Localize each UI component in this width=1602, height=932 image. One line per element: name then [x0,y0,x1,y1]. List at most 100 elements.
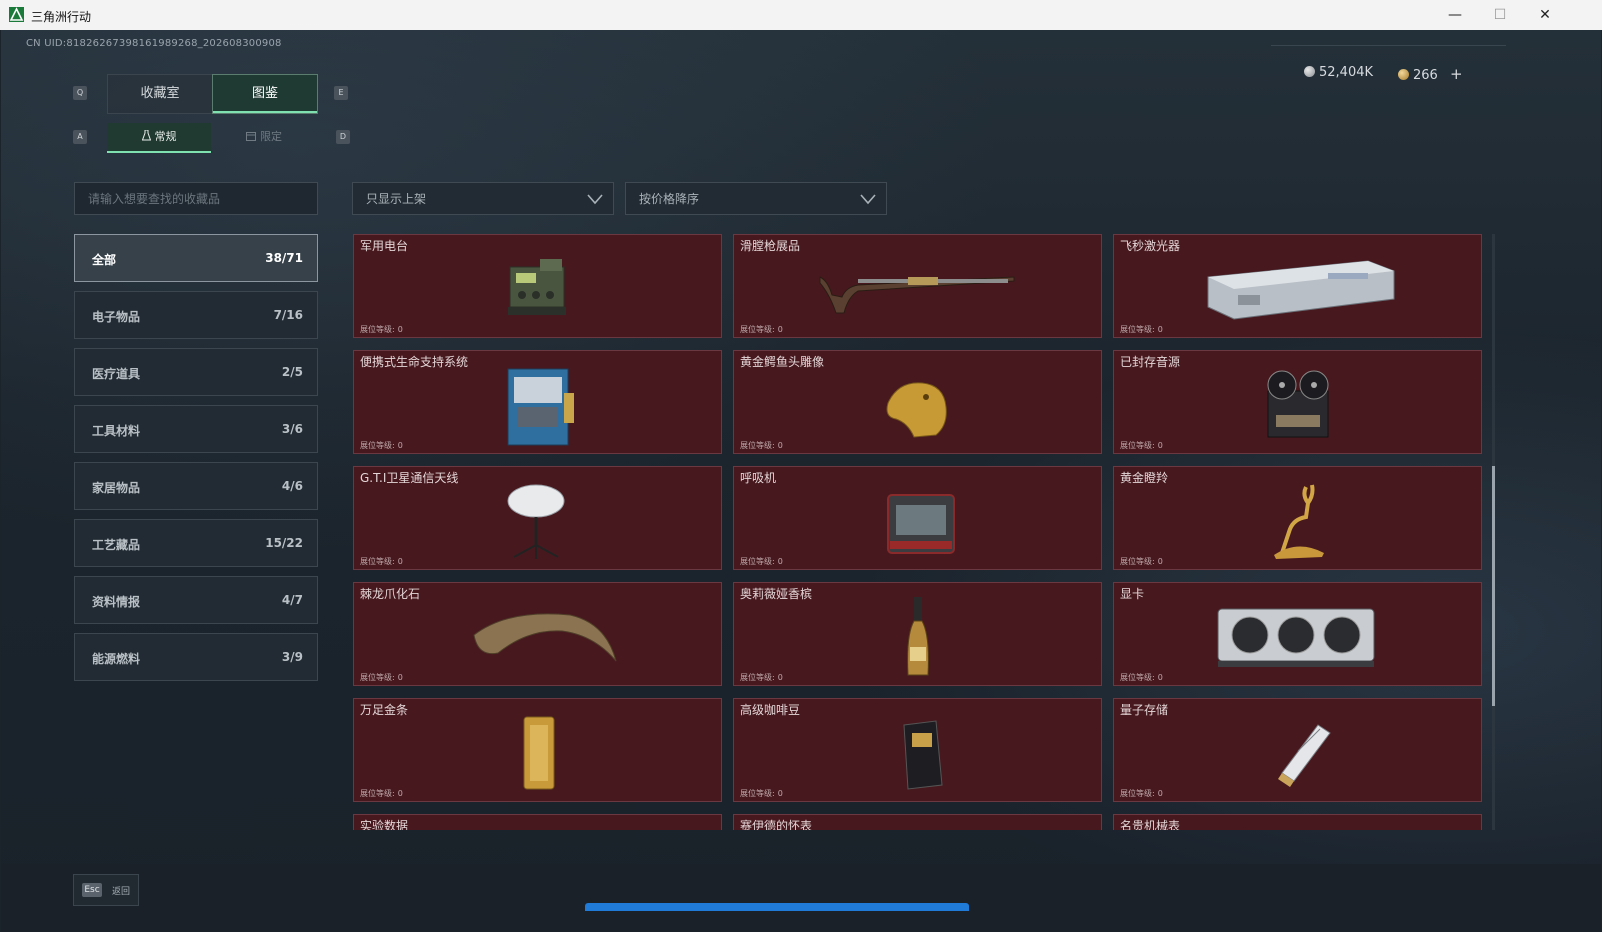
chevron-down-icon [860,194,876,205]
key-a-hint: A [73,130,87,144]
subtab-limited[interactable]: 限定 [212,123,316,151]
item-card-ventilator[interactable]: 呼吸机 展位等级: 0 [733,466,1102,570]
close-button[interactable]: ✕ [1522,0,1568,30]
booth-level: 展位等级: 0 [1117,672,1163,683]
item-card-pocket-watch[interactable]: 赛伊德的怀表 [733,814,1102,830]
item-card-golden-gazelle[interactable]: 黄金瞪羚 展位等级: 0 [1113,466,1482,570]
category-label: 全部 [92,253,117,267]
item-card-quantum-storage[interactable]: 量子存储 展位等级: 0 [1113,698,1482,802]
item-card-coffee-beans[interactable]: 高级咖啡豆 展位等级: 0 [733,698,1102,802]
life-support-icon [507,368,574,446]
booth-level: 展位等级: 0 [1117,556,1163,567]
silver-coin-icon [1304,66,1315,77]
item-name: 飞秒激光器 [1120,239,1181,253]
military-radio-icon [507,259,566,315]
gold-coin-icon [1398,69,1409,80]
item-card-champagne[interactable]: 奥莉薇娅香槟 展位等级: 0 [733,582,1102,686]
booth-level-value: 0 [777,789,783,798]
item-card-graphics-card[interactable]: 显卡 展位等级: 0 [1113,582,1482,686]
category-electronics[interactable]: 电子物品 7/16 [74,291,318,339]
key-d-hint: D [336,130,350,144]
item-name: 黄金瞪羚 [1120,471,1169,485]
item-card-luxury-watch[interactable]: 名贵机械表 [1113,814,1482,830]
window-title: 三角洲行动 [31,10,92,24]
add-currency-button[interactable]: + [1450,65,1463,83]
tab-collection-room[interactable]: 收藏室 [107,74,213,114]
item-name: 量子存储 [1120,703,1169,717]
booth-level-value: 0 [397,441,403,450]
category-energy[interactable]: 能源燃料 3/9 [74,633,318,681]
sort-dropdown[interactable]: 按价格降序 [625,182,887,215]
category-intel[interactable]: 资料情报 4/7 [74,576,318,624]
category-count: 3/9 [281,650,303,664]
item-card-raptor-claw[interactable]: 棘龙爪化石 展位等级: 0 [353,582,722,686]
item-name: 奥莉薇娅香槟 [740,587,813,601]
booth-level: 展位等级: 0 [357,324,403,335]
scrollbar-thumb[interactable] [1492,466,1495,706]
booth-level-value: 0 [1157,789,1163,798]
shelf-filter-dropdown[interactable]: 只显示上架 [352,182,614,215]
booth-level-value: 0 [777,673,783,682]
booth-level-value: 0 [1157,557,1163,566]
booth-level-value: 0 [777,325,783,334]
item-card-life-support[interactable]: 便携式生命支持系统 展位等级: 0 [353,350,722,454]
item-card-sealed-tape[interactable]: 已封存音源 展位等级: 0 [1113,350,1482,454]
item-card-gold-bar[interactable]: 万足金条 展位等级: 0 [353,698,722,802]
item-name: 实验数据 [360,819,409,830]
chevron-down-icon [587,194,603,205]
item-name: 已封存音源 [1120,355,1181,369]
category-count: 15/22 [265,536,303,550]
pocket-watch-icon [818,827,1018,830]
item-card-experiment-data[interactable]: 实验数据 [353,814,722,830]
key-q-hint: Q [73,86,87,100]
minimize-button[interactable]: — [1432,0,1478,30]
category-label: 工具材料 [92,424,141,438]
tab-catalog[interactable]: 图鉴 [212,74,318,114]
item-name: 棘龙爪化石 [360,587,421,601]
item-card-musket[interactable]: 滑膛枪展品 展位等级: 0 [733,234,1102,338]
app-logo-icon [9,7,24,22]
window-titlebar: 三角洲行动 — ☐ ✕ [0,0,1602,30]
back-label: 返回 [112,887,131,897]
booth-level-label: 展位等级: [1120,673,1155,682]
booth-level-value: 0 [397,557,403,566]
item-card-femtosecond-laser[interactable]: 飞秒激光器 展位等级: 0 [1113,234,1482,338]
back-button[interactable]: Esc 返回 [73,874,139,906]
category-count: 7/16 [273,308,303,322]
booth-level: 展位等级: 0 [357,788,403,799]
search-input[interactable]: 请输入想要查找的收藏品 [74,182,318,215]
booth-level-value: 0 [777,557,783,566]
silver-amount: 52,404K [1319,65,1374,80]
item-card-golden-crocodile[interactable]: 黄金鳄鱼头雕像 展位等级: 0 [733,350,1102,454]
search-placeholder: 请输入想要查找的收藏品 [88,192,221,206]
golden-gazelle-icon [1273,484,1324,559]
item-card-satellite-antenna[interactable]: G.T.I卫星通信天线 展位等级: 0 [353,466,722,570]
booth-level: 展位等级: 0 [737,788,783,799]
category-tools[interactable]: 工具材料 3/6 [74,405,318,453]
category-crafts[interactable]: 工艺藏品 15/22 [74,519,318,567]
shelf-filter-value: 只显示上架 [366,192,427,206]
item-card-military-radio[interactable]: 军用电台 展位等级: 0 [353,234,722,338]
taskbar-indicator [585,903,969,911]
category-label: 能源燃料 [92,652,141,666]
gold-currency: 266 + [1398,65,1463,83]
subtab-limited-label: 限定 [260,130,282,143]
category-label: 医疗道具 [92,367,141,381]
item-name: 呼吸机 [740,471,777,485]
category-all[interactable]: 全部 38/71 [74,234,318,282]
fossil-claw-icon [472,613,616,662]
category-count: 2/5 [281,365,303,379]
booth-level: 展位等级: 0 [737,440,783,451]
key-e-hint: E [334,86,348,100]
satellite-dish-icon [507,484,564,559]
subtab-regular[interactable]: 常规 [107,123,211,153]
booth-level-label: 展位等级: [360,789,395,798]
category-label: 电子物品 [92,310,141,324]
category-medical[interactable]: 医疗道具 2/5 [74,348,318,396]
booth-level-value: 0 [777,441,783,450]
sort-value: 按价格降序 [639,192,700,206]
category-label: 资料情报 [92,595,141,609]
item-name: 滑膛枪展品 [740,239,801,253]
maximize-button[interactable]: ☐ [1477,0,1523,30]
category-household[interactable]: 家居物品 4/6 [74,462,318,510]
